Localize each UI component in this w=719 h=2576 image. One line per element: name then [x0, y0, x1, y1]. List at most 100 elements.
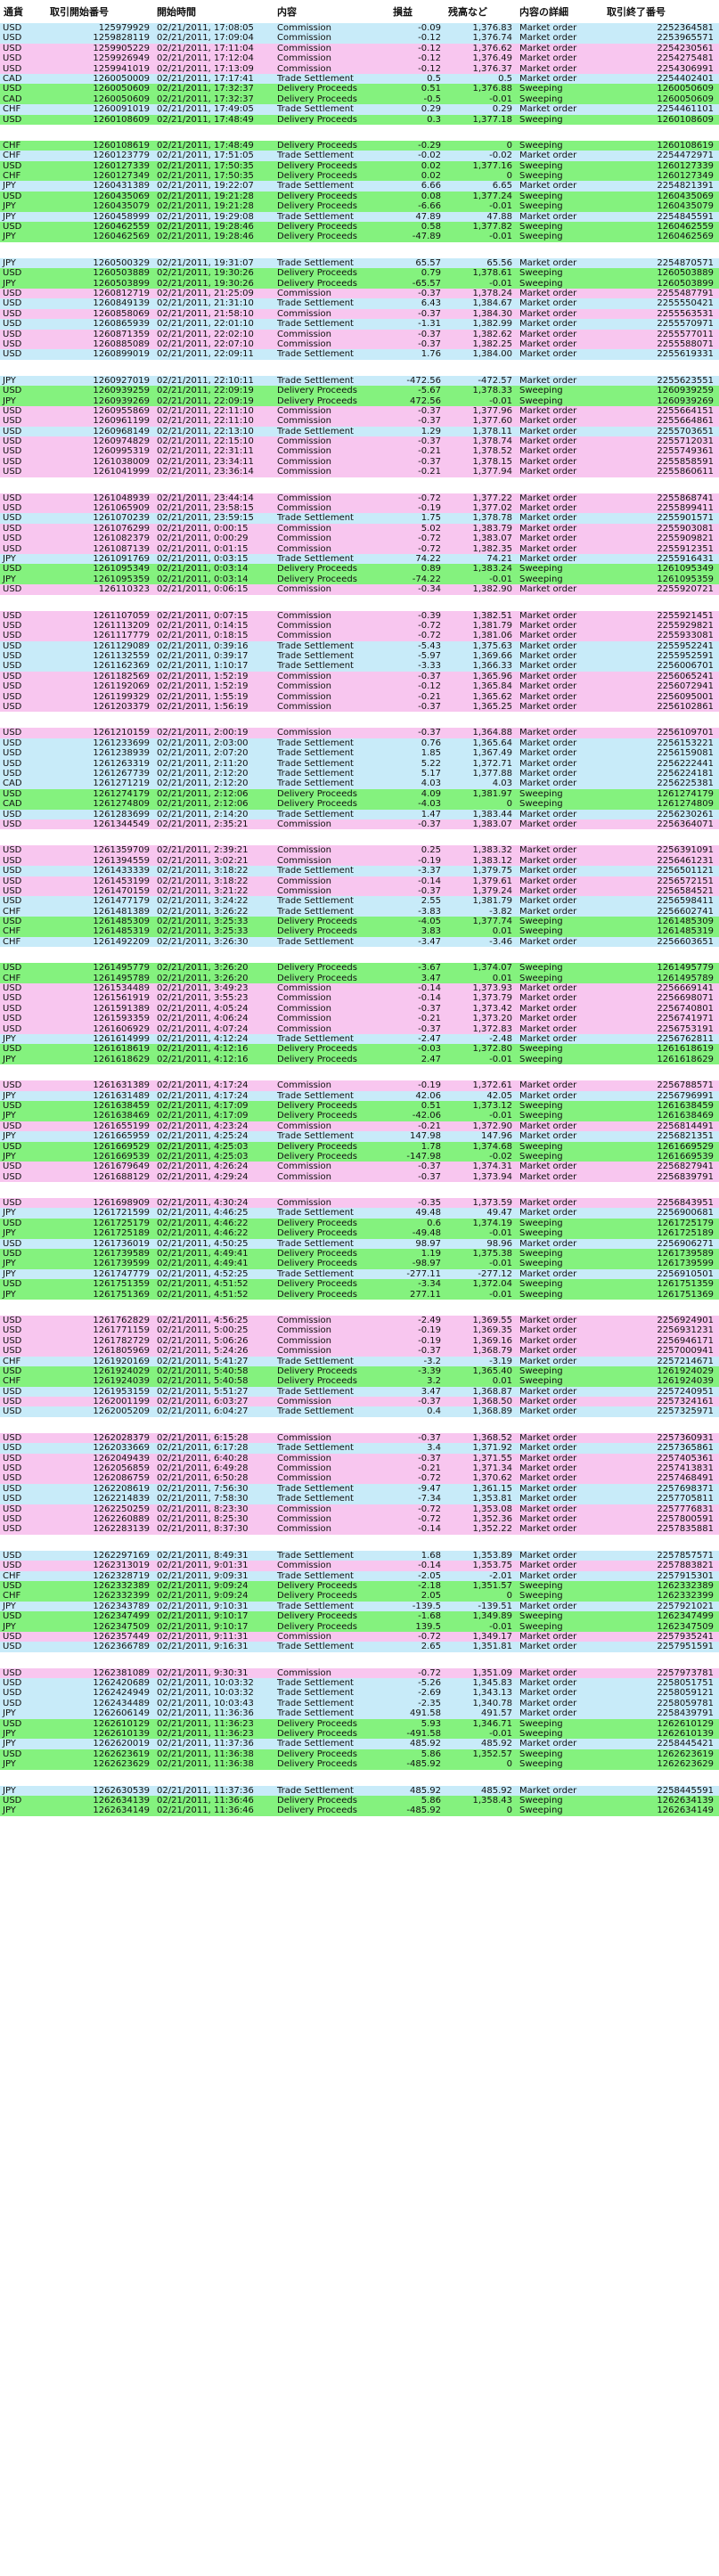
- table-row: JPY 1260435079 02/21/2011, 19:21:28 Deliver…: [0, 201, 719, 212]
- cell-start-number: 1260968149: [93, 426, 150, 436]
- cell-currency: USD: [3, 1346, 22, 1357]
- cell-balance: 1,343.13: [472, 1688, 512, 1699]
- cell-end-number: 2256796991: [657, 1090, 714, 1101]
- cell-pnl: -0.19: [418, 1335, 441, 1346]
- cell-end-number: 2258051751: [657, 1678, 714, 1689]
- cell-content: Trade Settlement: [277, 104, 354, 115]
- cell-end-number: 1260462559: [657, 222, 714, 232]
- cell-currency: JPY: [3, 1054, 16, 1064]
- cell-start-number: 1260899019: [93, 349, 150, 360]
- cell-detail: Market order: [519, 288, 577, 298]
- cell-detail: Sweeping: [519, 1806, 563, 1816]
- cell-start-number: 1261698909: [93, 1198, 150, 1209]
- cell-end-number: 2255868741: [657, 493, 714, 503]
- cell-pnl: -0.37: [418, 416, 441, 427]
- cell-content: Commission: [277, 1003, 332, 1014]
- cell-pnl: -0.37: [418, 1003, 441, 1014]
- cell-end-number: 2257705811: [657, 1494, 714, 1504]
- cell-end-number: 2256501121: [657, 866, 714, 876]
- cell-start-time: 02/21/2011, 11:36:38: [157, 1759, 254, 1770]
- cell-balance: 1,375.38: [472, 1249, 512, 1259]
- cell-pnl: -0.72: [418, 620, 441, 631]
- cell-currency: USD: [3, 819, 22, 829]
- cell-detail: Sweeping: [519, 160, 563, 171]
- cell-end-number: 1262623629: [657, 1759, 714, 1770]
- cell-pnl: -65.57: [412, 278, 441, 289]
- table-row: USD 1261805969 02/21/2011, 5:24:26 Commissi…: [0, 1346, 719, 1357]
- cell-content: Trade Settlement: [277, 866, 354, 876]
- cell-balance: 1,378.61: [472, 268, 512, 279]
- cell-end-number: 2256741971: [657, 1014, 714, 1024]
- cell-balance: 1,369.66: [472, 651, 512, 662]
- cell-content: Trade Settlement: [277, 257, 354, 268]
- cell-end-number: 1262347499: [657, 1611, 714, 1622]
- cell-detail: Market order: [519, 876, 577, 886]
- cell-start-number: 1261453199: [93, 876, 150, 886]
- cell-currency: JPY: [3, 1806, 16, 1816]
- cell-start-number: 1261344549: [93, 819, 150, 829]
- cell-start-time: 02/21/2011, 22:09:19: [157, 395, 254, 406]
- cell-start-number: 1261492209: [93, 936, 150, 947]
- cell-end-number: 2255664861: [657, 416, 714, 427]
- table-row: JPY 1260462569 02/21/2011, 19:28:46 Deliver…: [0, 232, 719, 242]
- cell-content: Commission: [277, 855, 332, 866]
- cell-detail: Sweeping: [519, 1249, 563, 1259]
- cell-pnl: 0.58: [421, 222, 441, 232]
- cell-currency: USD: [3, 1698, 22, 1708]
- cell-content: Trade Settlement: [277, 1483, 354, 1494]
- cell-currency: JPY: [3, 1033, 16, 1044]
- cell-currency: USD: [3, 436, 22, 447]
- cell-start-number: 1262420689: [93, 1678, 150, 1689]
- cell-start-time: 02/21/2011, 10:03:32: [157, 1688, 254, 1699]
- cell-pnl: 485.92: [410, 1785, 441, 1796]
- table-row: USD 1261199329 02/21/2011, 1:55:19 Commissi…: [0, 691, 719, 703]
- cell-start-number: 1262332399: [93, 1591, 150, 1602]
- cell-pnl: 0.02: [421, 171, 441, 182]
- cell-end-number: 2256814491: [657, 1121, 714, 1131]
- cell-start-time: 02/21/2011, 10:03:32: [157, 1678, 254, 1689]
- cell-balance: 1,376.62: [472, 43, 512, 53]
- cell-end-number: 2254472971: [657, 151, 714, 161]
- cell-detail: Sweeping: [519, 1111, 563, 1121]
- cell-content: Trade Settlement: [277, 1494, 354, 1504]
- cell-detail: Sweeping: [519, 574, 563, 584]
- cell-balance: 1,381.06: [472, 631, 512, 641]
- table-row: USD 1260961199 02/21/2011, 22:11:10 Commiss…: [0, 416, 719, 427]
- cell-balance: 1,378.15: [472, 456, 512, 467]
- cell-balance: 0.29: [492, 104, 512, 115]
- cell-currency: USD: [3, 671, 22, 681]
- cell-start-time: 02/21/2011, 3:26:22: [157, 906, 249, 917]
- cell-end-number: 2254402401: [657, 73, 714, 84]
- cell-start-time: 02/21/2011, 4:12:16: [157, 1054, 249, 1064]
- cell-pnl: -0.37: [418, 338, 441, 349]
- cell-balance: 1,372.04: [472, 1279, 512, 1290]
- cell-currency: CAD: [3, 73, 22, 84]
- cell-pnl: 2.47: [421, 1054, 441, 1064]
- cell-content: Trade Settlement: [277, 426, 354, 436]
- cell-pnl: -6.66: [418, 201, 441, 212]
- cell-start-number: 1262424949: [93, 1688, 150, 1699]
- cell-content: Trade Settlement: [277, 1208, 354, 1219]
- cell-currency: USD: [3, 1473, 22, 1484]
- cell-start-time: 02/21/2011, 23:59:15: [157, 513, 254, 524]
- cell-pnl: -0.37: [418, 436, 441, 447]
- table-row: CHF 1260127349 02/21/2011, 17:50:35 Deliver…: [0, 171, 719, 182]
- cell-balance: 1,372.83: [472, 1023, 512, 1034]
- table-row: CHF 1262332399 02/21/2011, 9:09:24 Delivery…: [0, 1591, 719, 1602]
- table-row: USD 1262623619 02/21/2011, 11:36:38 Deliver…: [0, 1749, 719, 1760]
- cell-currency: USD: [3, 1325, 22, 1336]
- cell-balance: 1,382.51: [472, 610, 512, 621]
- cell-detail: Market order: [519, 446, 577, 457]
- cell-balance: 1,365.64: [472, 738, 512, 748]
- cell-content: Commission: [277, 63, 332, 74]
- cell-balance: 1,383.79: [472, 523, 512, 534]
- cell-start-number: 1260462559: [93, 222, 150, 232]
- cell-detail: Market order: [519, 298, 577, 309]
- cell-currency: USD: [3, 1432, 22, 1443]
- cell-start-number: 1261638459: [93, 1100, 150, 1111]
- cell-pnl: 147.98: [410, 1131, 441, 1142]
- cell-content: Trade Settlement: [277, 553, 354, 564]
- table-row: USD 1261283699 02/21/2011, 2:14:20 Trade Se…: [0, 809, 719, 819]
- cell-start-time: 02/21/2011, 2:14:20: [157, 809, 249, 819]
- cell-currency: USD: [3, 523, 22, 534]
